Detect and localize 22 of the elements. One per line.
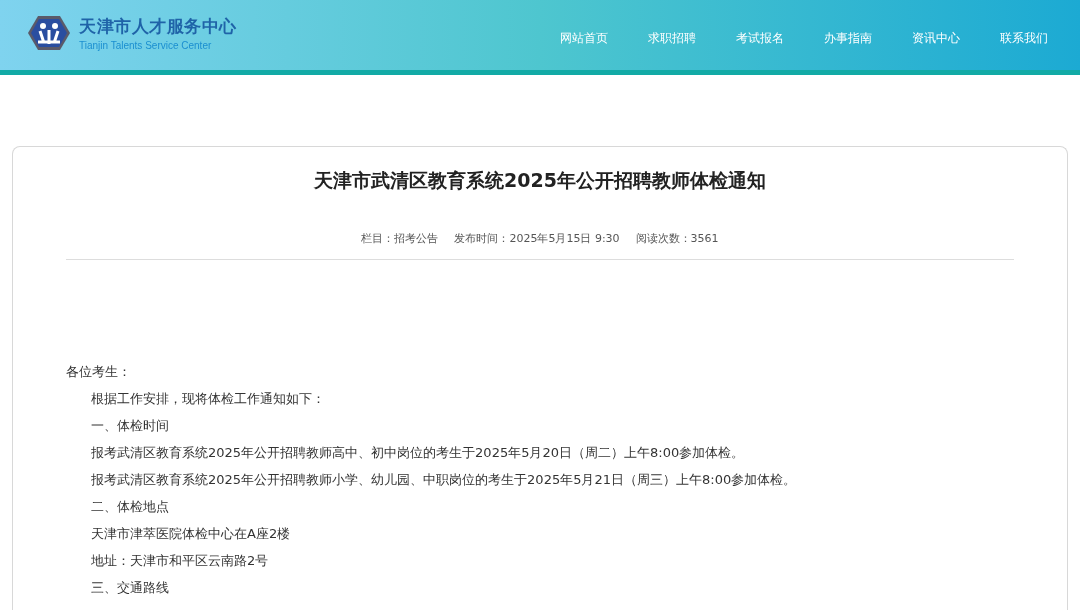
site-name: 天津市人才服务中心 (79, 15, 237, 38)
article-paragraph: 三、交通路线 (90, 579, 170, 597)
site-name-english: Tianjin Talents Service Center (79, 40, 213, 51)
logo-icon (27, 15, 71, 51)
meta-info: 栏目：招考公告 (361, 231, 439, 246)
nav-link[interactable]: 求职招聘 (628, 29, 716, 47)
nav-link[interactable]: 联系我们 (980, 29, 1068, 47)
article-paragraph: 报考武清区教育系统2025年公开招聘教师高中、初中岗位的考生于2025年5月20日（周二）上午8:00参加体检。 (90, 444, 746, 462)
article-paragraph: 根据工作安排，现将体检工作通知如下： (90, 390, 326, 408)
nav-link[interactable]: 考试报名 (716, 29, 804, 47)
article-paragraph: 一、体检时间 (90, 417, 170, 435)
nav-link[interactable]: 资讯中心 (892, 29, 980, 47)
article-paragraph: 报考武清区教育系统2025年公开招聘教师小学、幼儿园、中职岗位的考生于2025年5月21日（周三）上午8:00参加体检。 (90, 471, 798, 489)
nav-link[interactable]: 网站首页 (540, 29, 628, 47)
article-title: 天津市武清区教育系统2025年公开招聘教师体检通知 (313, 168, 767, 193)
article-paragraph: 天津市津萃医院体检中心在A座2楼 (90, 525, 292, 543)
article-paragraph: 二、体检地点 (90, 498, 170, 516)
article-paragraph: 各位考生： (66, 363, 132, 381)
meta-info: 发布时间：2025年5月15日 9:30 (454, 231, 620, 246)
nav-link[interactable]: 办事指南 (804, 29, 892, 47)
meta-info: 阅读次数：3561 (635, 231, 719, 246)
article-paragraph: 地址：天津市和平区云南路2号 (90, 552, 270, 570)
